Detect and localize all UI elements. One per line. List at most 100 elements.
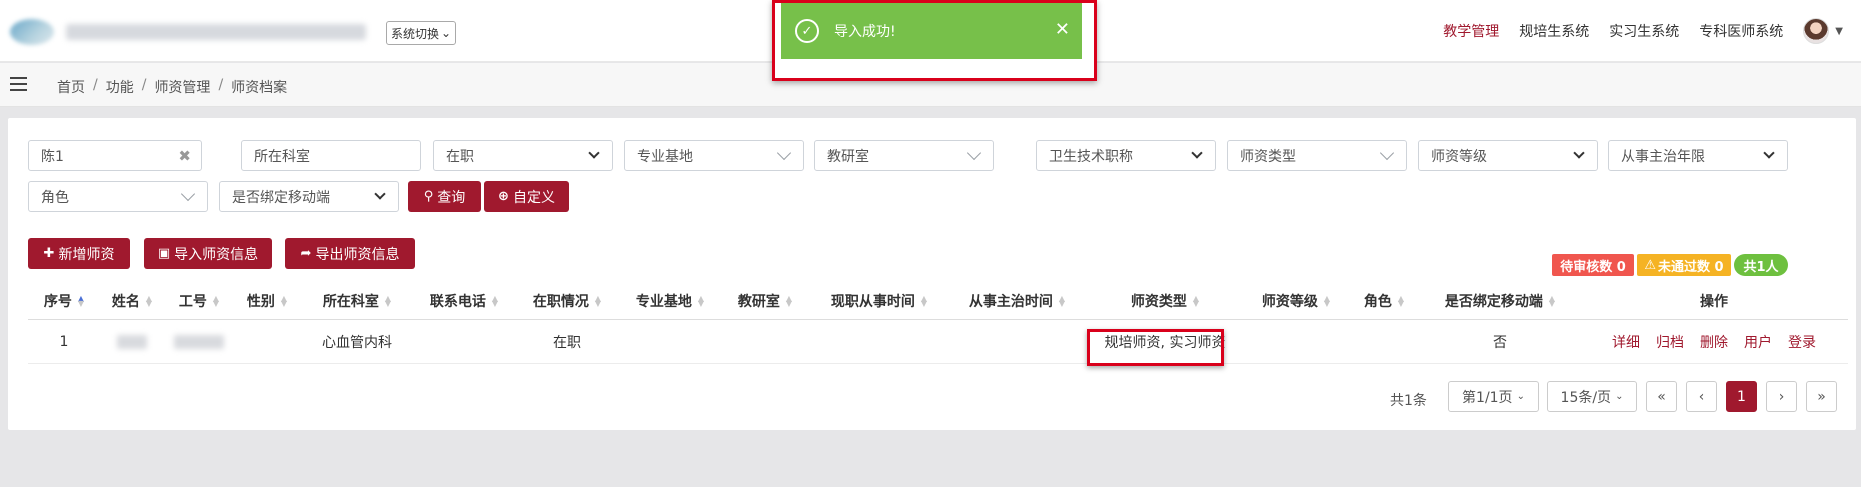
archive-link[interactable]: 归档	[1656, 332, 1684, 352]
col-name-header[interactable]: 姓名 ▲ ▼	[100, 281, 164, 320]
prev-page-icon: ‹	[1698, 388, 1705, 405]
sort-icon: ▲ ▼	[145, 293, 153, 308]
role-placeholder: 角色	[41, 189, 69, 206]
cell-base	[620, 320, 720, 364]
sort-icon: ▲ ▼	[920, 293, 928, 308]
nav-teaching-management[interactable]: 教学管理	[1443, 21, 1499, 41]
cell-name-redacted	[100, 320, 164, 364]
chevron-down-icon[interactable]: ▼	[1835, 26, 1843, 37]
office-select[interactable]: 教研室	[814, 140, 994, 171]
pending-count-text: 待审核数 0	[1560, 259, 1626, 275]
col-label: 是否绑定移动端	[1444, 293, 1543, 310]
col-label: 现职从事时间	[830, 293, 915, 310]
cell-gender	[234, 320, 300, 364]
sort-icon: ▲ ▼	[77, 293, 85, 308]
custom-button[interactable]: ⊕ 自定义	[484, 181, 569, 212]
page-select[interactable]: 第1/1页 ⌄	[1448, 381, 1539, 412]
check-circle-icon: ✓	[795, 19, 819, 43]
clear-icon[interactable]: ✖	[178, 147, 191, 165]
close-icon[interactable]: ✕	[1055, 19, 1070, 40]
role-select[interactable]: 角色	[28, 181, 208, 212]
col-label: 师资等级	[1261, 293, 1318, 310]
nav-specialist-system[interactable]: 专科医师系统	[1699, 21, 1783, 41]
total-count-badge: 共1人	[1734, 254, 1788, 276]
col-teacher-type-header[interactable]: 师资类型 ▲ ▼	[1086, 281, 1244, 320]
current-page-button[interactable]: 1	[1726, 381, 1757, 412]
success-toast: ✓ 导入成功! ✕	[781, 3, 1082, 59]
nav-resident-system[interactable]: 规培生系统	[1519, 21, 1589, 41]
page-size-select[interactable]: 15条/页 ⌄	[1547, 381, 1637, 412]
cell-role	[1348, 320, 1420, 364]
user-avatar[interactable]	[1803, 18, 1830, 44]
breadcrumb-teacher-management[interactable]: 师资管理	[154, 77, 210, 97]
table-row: 1 心血管内科 在职 规培师资, 实习师资 否 详细 归档 删除 用户 登录	[28, 320, 1848, 364]
sort-icon: ▲ ▼	[697, 293, 705, 308]
department-input[interactable]: 所在科室	[241, 140, 421, 171]
breadcrumb-home[interactable]: 首页	[57, 77, 85, 97]
col-phone-header[interactable]: 联系电话 ▲ ▼	[414, 281, 514, 320]
chevron-down-icon: ⌄	[1615, 391, 1624, 402]
logo-name-blurred	[66, 24, 366, 40]
toast-message: 导入成功!	[834, 24, 896, 40]
chevron-down-icon	[1379, 145, 1395, 161]
rejected-count-text: 未通过数 0	[1658, 259, 1724, 275]
rejected-count-badge[interactable]: ⚠ 未通过数 0	[1637, 254, 1731, 276]
total-count-text: 共1人	[1743, 259, 1779, 275]
col-label: 联系电话	[429, 293, 486, 310]
cell-office	[720, 320, 810, 364]
file-import-icon: ▣	[157, 246, 171, 261]
col-department-header[interactable]: 所在科室 ▲ ▼	[300, 281, 414, 320]
login-link[interactable]: 登录	[1788, 332, 1816, 352]
col-base-header[interactable]: 专业基地 ▲ ▼	[620, 281, 720, 320]
name-search-input[interactable]: 陈1 ✖	[28, 140, 202, 171]
query-button[interactable]: ⚲ 查询	[408, 181, 481, 212]
first-page-button[interactable]: «	[1646, 381, 1677, 412]
col-label: 从事主治时间	[968, 293, 1053, 310]
chevron-down-icon	[180, 186, 196, 202]
detail-link[interactable]: 详细	[1612, 332, 1640, 352]
cell-id-redacted	[164, 320, 234, 364]
employment-select[interactable]: 在职	[433, 140, 613, 171]
teacher-type-placeholder: 师资类型	[1240, 148, 1296, 165]
hamburger-menu-icon[interactable]	[10, 77, 27, 91]
mobile-bound-select[interactable]: 是否绑定移动端	[219, 181, 399, 212]
delete-link[interactable]: 删除	[1700, 332, 1728, 352]
import-teacher-button[interactable]: ▣ 导入师资信息	[144, 238, 272, 269]
col-id-header[interactable]: 工号 ▲ ▼	[164, 281, 234, 320]
next-page-button[interactable]: ›	[1766, 381, 1797, 412]
teacher-level-select[interactable]: 师资等级	[1418, 140, 1598, 171]
export-teacher-button[interactable]: ➦ 导出师资信息	[285, 238, 415, 269]
breadcrumb-function[interactable]: 功能	[106, 77, 134, 97]
sort-icon: ▲ ▼	[1397, 293, 1405, 308]
col-label: 所在科室	[322, 293, 379, 310]
col-teacher-level-header[interactable]: 师资等级 ▲ ▼	[1244, 281, 1348, 320]
col-office-header[interactable]: 教研室 ▲ ▼	[720, 281, 810, 320]
user-link[interactable]: 用户	[1744, 332, 1772, 352]
search-icon: ⚲	[423, 189, 434, 204]
chevron-down-icon	[1191, 147, 1203, 159]
import-teacher-label: 导入师资信息	[174, 246, 259, 263]
prev-page-button[interactable]: ‹	[1686, 381, 1717, 412]
col-role-header[interactable]: 角色 ▲ ▼	[1348, 281, 1420, 320]
col-attending-time-header[interactable]: 从事主治时间 ▲ ▼	[948, 281, 1086, 320]
title-select[interactable]: 卫生技术职称	[1036, 140, 1216, 171]
col-label: 在职情况	[532, 293, 589, 310]
title-value: 卫生技术职称	[1049, 148, 1133, 165]
chevron-down-icon	[1763, 147, 1775, 159]
attending-years-select[interactable]: 从事主治年限	[1608, 140, 1788, 171]
base-select[interactable]: 专业基地	[624, 140, 804, 171]
last-page-button[interactable]: »	[1806, 381, 1837, 412]
teacher-type-select[interactable]: 师资类型	[1227, 140, 1407, 171]
cell-department: 心血管内科	[322, 335, 392, 351]
col-label: 操作	[1700, 293, 1728, 310]
col-gender-header[interactable]: 性别 ▲ ▼	[234, 281, 300, 320]
system-switch-select[interactable]: 系统切换 ⌄	[386, 21, 457, 45]
col-current-duty-time-header[interactable]: 现职从事时间 ▲ ▼	[810, 281, 948, 320]
col-employment-header[interactable]: 在职情况 ▲ ▼	[514, 281, 620, 320]
pending-count-badge[interactable]: 待审核数 0	[1552, 254, 1634, 276]
col-mobile-bound-header[interactable]: 是否绑定移动端 ▲ ▼	[1420, 281, 1580, 320]
nav-intern-system[interactable]: 实习生系统	[1609, 21, 1679, 41]
col-index-header[interactable]: 序号 ▲ ▼	[28, 281, 100, 320]
add-teacher-button[interactable]: ✚ 新增师资	[28, 238, 130, 269]
col-label: 工号	[178, 293, 207, 310]
